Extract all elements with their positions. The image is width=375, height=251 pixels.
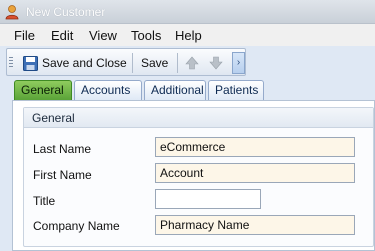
- company-name-field[interactable]: [155, 215, 355, 235]
- last-name-label: Last Name: [33, 142, 92, 156]
- last-name-field[interactable]: [155, 137, 355, 157]
- toolbar: Save and Close Save: [6, 48, 246, 76]
- window-title: New Customer: [26, 5, 106, 19]
- menu-help[interactable]: Help: [175, 28, 202, 43]
- arrow-down-icon: [209, 56, 223, 70]
- save-and-close-button[interactable]: Save and Close: [23, 52, 127, 74]
- move-down-button[interactable]: [209, 52, 223, 74]
- toolbar-grip-handle[interactable]: [9, 57, 13, 69]
- group-title: General: [32, 111, 75, 125]
- tab-additional[interactable]: Additional: [144, 80, 206, 100]
- customer-person-icon: [5, 5, 19, 20]
- menu-file[interactable]: File: [14, 28, 35, 43]
- title-label: Title: [33, 194, 56, 208]
- tab-content-panel: General Last Name First Name Title Compa…: [12, 100, 375, 251]
- toolbar-separator: [132, 53, 133, 73]
- toolbar-overflow-button[interactable]: ›: [232, 52, 245, 74]
- menu-view[interactable]: View: [89, 28, 117, 43]
- general-group: General Last Name First Name Title Compa…: [23, 107, 374, 247]
- menu-bar: File Edit View Tools Help: [0, 24, 375, 46]
- save-button[interactable]: Save: [141, 52, 168, 74]
- tab-accounts[interactable]: Accounts: [74, 80, 142, 100]
- company-name-label: Company Name: [33, 219, 120, 233]
- first-name-field[interactable]: [155, 163, 355, 183]
- menu-edit[interactable]: Edit: [51, 28, 73, 43]
- tab-general[interactable]: General: [14, 80, 72, 100]
- save-and-close-label: Save and Close: [42, 56, 127, 70]
- title-bar[interactable]: New Customer: [0, 0, 375, 24]
- group-header: General: [24, 108, 373, 128]
- save-icon: [23, 55, 38, 71]
- first-name-label: First Name: [33, 168, 92, 182]
- toolbar-separator: [177, 53, 178, 73]
- title-field[interactable]: [155, 189, 261, 209]
- save-label: Save: [141, 56, 169, 70]
- tab-patients[interactable]: Patients: [208, 80, 264, 100]
- move-up-button[interactable]: [185, 52, 199, 74]
- arrow-up-icon: [185, 56, 199, 70]
- menu-tools[interactable]: Tools: [131, 28, 161, 43]
